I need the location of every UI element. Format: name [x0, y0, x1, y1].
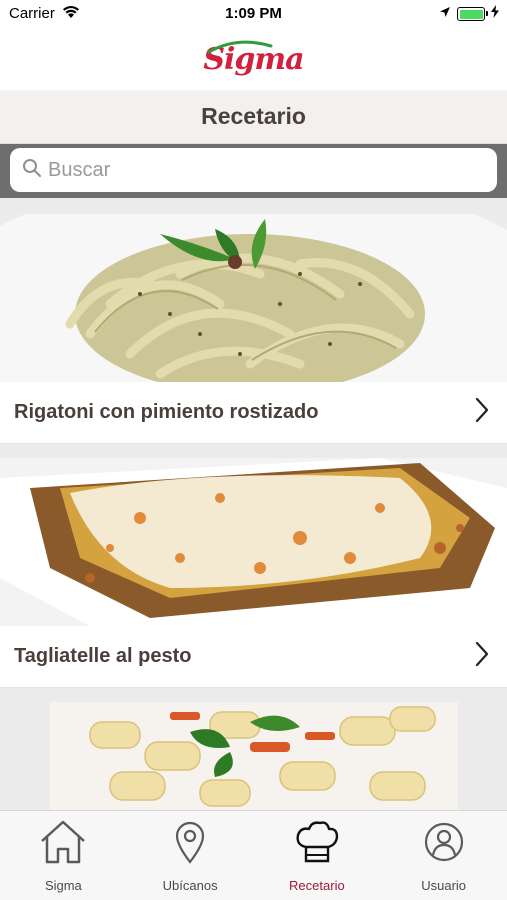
- tab-label: Ubícanos: [162, 878, 218, 893]
- recipe-photo: [0, 214, 507, 382]
- brand-header: Sigma: [0, 28, 507, 90]
- clock: 1:09 PM: [225, 5, 282, 22]
- recipe-title: Tagliatelle al pesto: [14, 645, 192, 667]
- home-icon: [38, 819, 88, 870]
- recipe-row[interactable]: Tagliatelle al pesto: [0, 626, 507, 688]
- tab-recetario[interactable]: Recetario: [254, 811, 381, 900]
- tab-ubicanos[interactable]: Ubícanos: [127, 811, 254, 900]
- location-arrow-icon: [439, 5, 451, 23]
- chevron-right-icon: [475, 641, 489, 672]
- battery-icon: [457, 7, 488, 21]
- tab-sigma[interactable]: Sigma: [0, 811, 127, 900]
- chevron-right-icon: [475, 397, 489, 428]
- user-icon: [419, 819, 469, 870]
- recipe-row[interactable]: Rigatoni con pimiento rostizado: [0, 382, 507, 444]
- search-bar: [0, 144, 507, 198]
- recipe-photo: [0, 458, 507, 626]
- page-title: Recetario: [201, 103, 306, 129]
- recipe-list[interactable]: Rigatoni con pimiento rostizado Tagliate…: [0, 198, 507, 810]
- recipe-title: Rigatoni con pimiento rostizado: [14, 401, 319, 423]
- chef-hat-icon: [292, 819, 342, 870]
- tab-usuario[interactable]: Usuario: [380, 811, 507, 900]
- logo-swoosh-icon: [207, 40, 273, 53]
- location-pin-icon: [165, 819, 215, 870]
- recipe-card[interactable]: Tagliatelle al pesto: [0, 458, 507, 688]
- search-input[interactable]: [48, 158, 448, 182]
- tab-bar: Sigma Ubícanos Recetario Usuario: [0, 810, 507, 900]
- tab-label: Recetario: [289, 878, 345, 893]
- search-field[interactable]: [10, 148, 497, 192]
- recipe-card[interactable]: [0, 702, 507, 810]
- tab-label: Sigma: [44, 878, 82, 893]
- page-header: Recetario: [0, 90, 507, 144]
- recipe-card[interactable]: Rigatoni con pimiento rostizado: [0, 214, 507, 444]
- status-bar: Carrier 1:09 PM: [0, 0, 507, 28]
- tab-label: Usuario: [421, 878, 467, 893]
- charging-bolt-icon: [491, 5, 499, 23]
- sigma-logo[interactable]: Sigma: [203, 40, 305, 77]
- recipe-photo: [50, 702, 458, 810]
- search-icon: [22, 158, 42, 183]
